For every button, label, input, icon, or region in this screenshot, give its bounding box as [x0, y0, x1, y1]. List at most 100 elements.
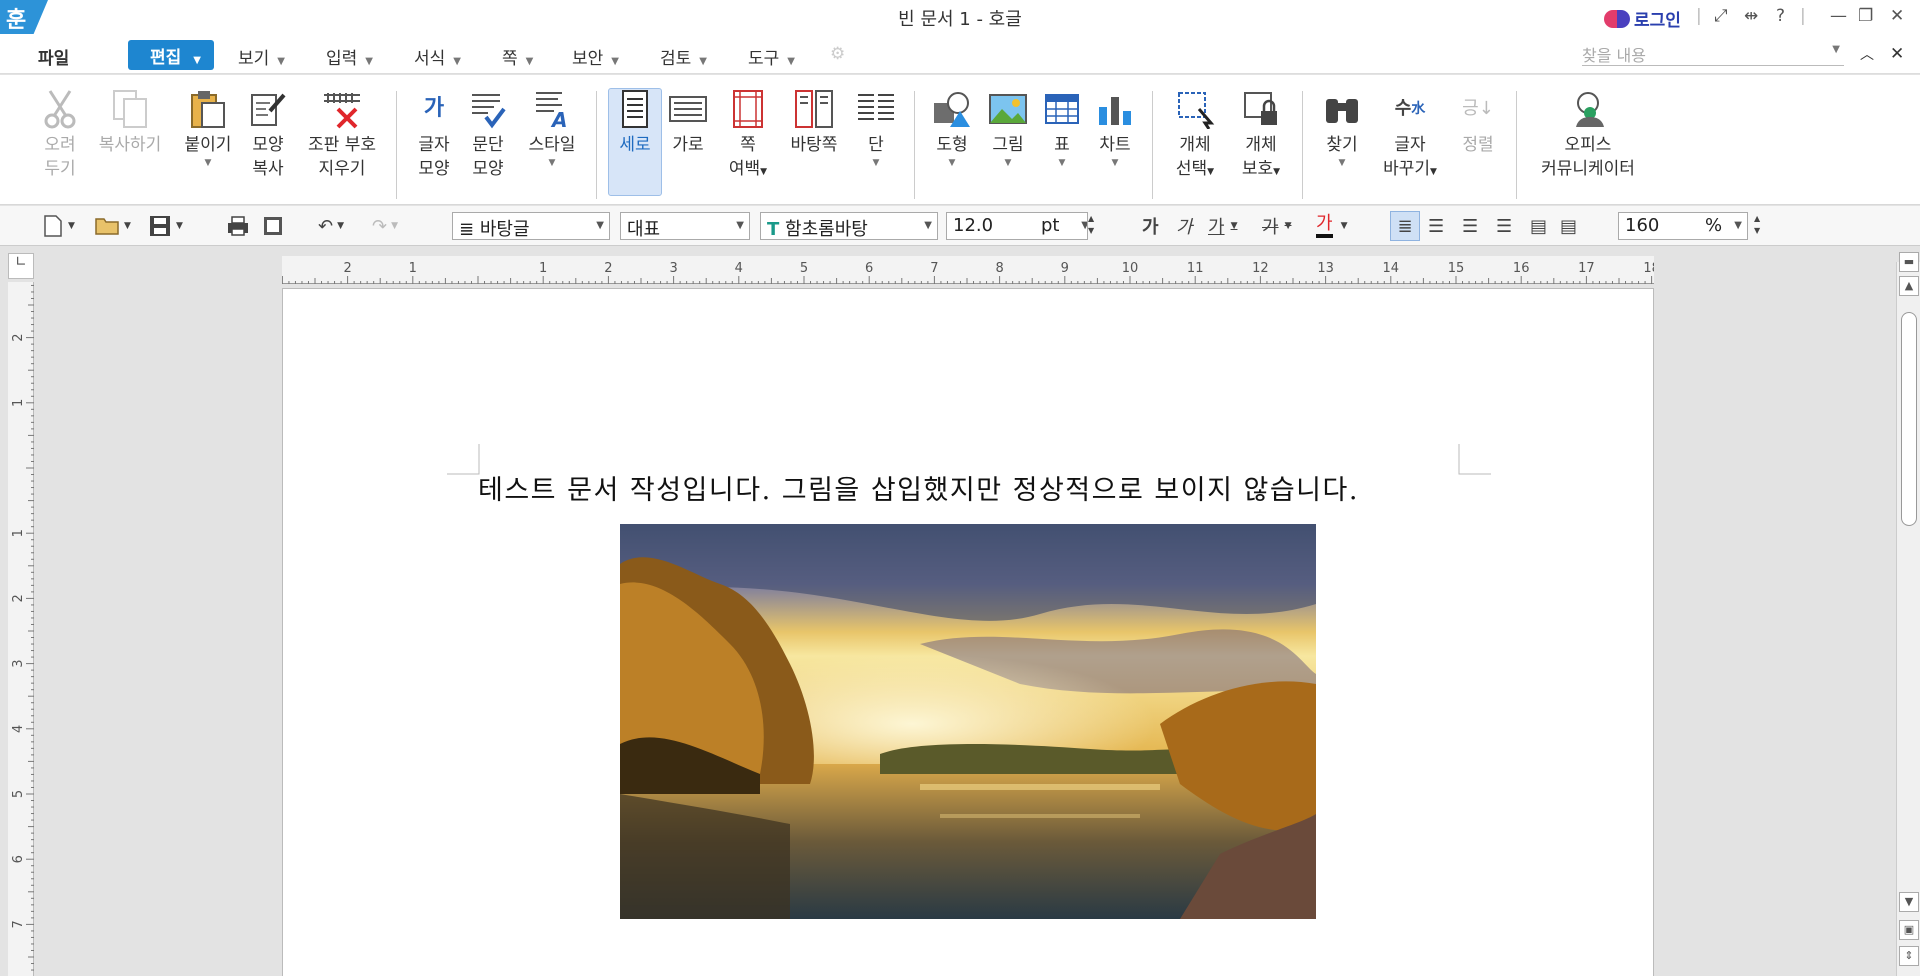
- font-size-spinner[interactable]: ▲ ▼: [1088, 213, 1094, 239]
- redo-icon[interactable]: ↷ ▼: [372, 213, 398, 239]
- width-fit-icon[interactable]: ⇹: [1744, 6, 1758, 26]
- clear-marks-icon: [322, 89, 362, 129]
- menu-insert[interactable]: 입력 ▼: [326, 44, 373, 69]
- object-select-label: 개체: [1179, 135, 1211, 155]
- close-doc-icon[interactable]: ✕: [1890, 44, 1904, 64]
- align-center-button[interactable]: ☰: [1462, 213, 1478, 239]
- copy-button[interactable]: 복사하기: [94, 89, 166, 157]
- login-link[interactable]: 로그인: [1634, 6, 1681, 31]
- replace-button[interactable]: 수水 글자 바꾸기▼: [1380, 89, 1440, 184]
- italic-button[interactable]: 가: [1176, 213, 1193, 239]
- master-page-button[interactable]: 바탕쪽: [786, 89, 842, 157]
- save-icon[interactable]: ▼: [148, 213, 183, 239]
- ribbon-divider: [1302, 91, 1303, 199]
- chevron-down-icon[interactable]: ▼: [1832, 44, 1840, 55]
- char-shape-label2: 모양: [418, 159, 450, 179]
- menu-page[interactable]: 쪽 ▼: [502, 44, 533, 69]
- bold-button[interactable]: 가: [1142, 213, 1159, 239]
- align-right-button[interactable]: ☰: [1496, 213, 1512, 239]
- menu-file[interactable]: 파일: [38, 44, 69, 69]
- menu-view[interactable]: 보기 ▼: [238, 44, 285, 69]
- ruler-corner[interactable]: ∟: [8, 253, 34, 279]
- menu-format[interactable]: 서식 ▼: [414, 44, 461, 69]
- horizontal-ruler[interactable]: 21123456789101112131415161718: [281, 256, 1660, 284]
- object-select-button[interactable]: 개체 선택▼: [1170, 89, 1220, 184]
- cut-button[interactable]: 오려 두기: [38, 89, 82, 181]
- inserted-landscape-image[interactable]: [620, 524, 1316, 919]
- sort-button[interactable]: 긍↓ 정렬: [1456, 89, 1500, 157]
- font-size-input[interactable]: 12.0 pt ▼: [946, 212, 1088, 240]
- picture-button[interactable]: 그림 ▼: [986, 89, 1030, 169]
- close-icon[interactable]: ✕: [1890, 6, 1904, 26]
- zoom-input[interactable]: 160% ▼: [1618, 212, 1748, 240]
- chevron-down-icon: ▼: [1081, 220, 1087, 231]
- font-select[interactable]: T 함초롬바탕 ▼: [760, 212, 938, 240]
- align-distribute-button[interactable]: ▤: [1530, 213, 1547, 239]
- para-shape-button[interactable]: 문단 모양: [466, 89, 510, 181]
- office-label: 오피스: [1564, 135, 1612, 155]
- binoculars-icon: [1322, 89, 1362, 129]
- page-margin-button[interactable]: 쪽 여백▼: [724, 89, 772, 184]
- table-button[interactable]: 표 ▼: [1040, 89, 1084, 169]
- portrait-button[interactable]: 세로: [612, 89, 658, 157]
- scroll-splitter[interactable]: ▬: [1899, 252, 1919, 272]
- ruler-label: 6: [865, 261, 873, 276]
- collapse-ribbon-icon[interactable]: ︿: [1860, 44, 1874, 64]
- preview-icon[interactable]: [262, 213, 284, 239]
- find-button[interactable]: 찾기 ▼: [1320, 89, 1364, 169]
- object-protect-button[interactable]: 개체 보호▼: [1236, 89, 1286, 184]
- zoom-spinner[interactable]: ▲ ▼: [1754, 213, 1760, 239]
- scroll-up-icon[interactable]: ▲: [1899, 276, 1919, 296]
- language-select[interactable]: 대표 ▼: [620, 212, 750, 240]
- style-button[interactable]: A 스타일 ▼: [522, 89, 582, 169]
- align-left-button[interactable]: ☰: [1428, 213, 1444, 239]
- paragraph-style-select[interactable]: ≣ 바탕글 ▼: [452, 212, 610, 240]
- format-copy-button[interactable]: 모양 복사: [246, 89, 290, 181]
- shape-button[interactable]: 도형 ▼: [930, 89, 974, 169]
- copy-icon: [110, 89, 150, 129]
- font-color-button[interactable]: 가 ▼: [1316, 213, 1347, 239]
- scroll-thumb[interactable]: [1901, 312, 1917, 526]
- print-icon[interactable]: [226, 213, 250, 239]
- new-document-icon[interactable]: ▼: [42, 213, 75, 239]
- chart-button[interactable]: 차트 ▼: [1092, 89, 1138, 169]
- format-copy-label2: 복사: [252, 159, 284, 179]
- fullscreen-icon[interactable]: ⤢: [1714, 6, 1728, 26]
- search-input[interactable]: 찾을 내용 ▼: [1582, 42, 1844, 66]
- landscape-button[interactable]: 가로: [666, 89, 710, 157]
- restore-icon[interactable]: ❐: [1858, 6, 1873, 26]
- menu-label: 보안: [572, 49, 604, 69]
- vertical-ruler[interactable]: 2 1 1 2 3 4 5 6 7: [8, 282, 34, 976]
- open-folder-icon[interactable]: ▼: [94, 213, 131, 239]
- menu-security[interactable]: 보안 ▼: [572, 44, 619, 69]
- vertical-scrollbar[interactable]: ▬ ▲ ▼ ▣ ⇕: [1896, 252, 1920, 976]
- clear-format-button[interactable]: 조판 부호 지우기: [302, 89, 382, 181]
- login-area[interactable]: 로그인: [1604, 6, 1681, 31]
- strike-button[interactable]: 가 ▼: [1262, 213, 1291, 239]
- menu-review[interactable]: 검토 ▼: [660, 44, 707, 69]
- scroll-down-icon[interactable]: ▼: [1899, 892, 1919, 912]
- language-value: 대표: [627, 219, 661, 240]
- document-body-text[interactable]: 테스트 문서 작성입니다. 그림을 삽입했지만 정상적으로 보이지 않습니다.: [478, 468, 1359, 507]
- char-shape-button[interactable]: 가 글자 모양: [412, 89, 456, 181]
- plugin-icon[interactable]: ⚙: [830, 44, 845, 64]
- align-divide-button[interactable]: ▤: [1560, 213, 1577, 239]
- help-icon[interactable]: ?: [1776, 6, 1785, 26]
- ruler-label: 18: [1643, 261, 1654, 276]
- align-justify-button[interactable]: ≣: [1390, 211, 1420, 241]
- menu-edit[interactable]: 편집 ▼: [128, 40, 214, 70]
- office-communicator-button[interactable]: 오피스 커뮤니케이터: [1534, 89, 1642, 181]
- vruler-label: 6: [11, 855, 26, 863]
- page-nav-icon[interactable]: ⇕: [1899, 946, 1919, 966]
- columns-button[interactable]: 단 ▼: [854, 89, 898, 169]
- paste-button[interactable]: 붙이기 ▼: [180, 89, 236, 169]
- copy-label: 복사하기: [98, 135, 162, 155]
- undo-icon[interactable]: ↶ ▼: [318, 213, 344, 239]
- page-view-icon[interactable]: ▣: [1899, 920, 1919, 940]
- underline-button[interactable]: 가 ▼: [1208, 213, 1237, 239]
- menu-bar: 파일 편집 ▼ 보기 ▼ 입력 ▼ 서식 ▼ 쪽 ▼ 보안 ▼ 검토 ▼ 도구 ▼ ⚙ 찾을 내…: [0, 36, 1920, 74]
- chevron-down-icon: ▼: [948, 158, 956, 168]
- menu-tools[interactable]: 도구 ▼: [748, 44, 795, 69]
- minimize-icon[interactable]: —: [1830, 6, 1847, 26]
- sort-label: 정렬: [1462, 135, 1494, 155]
